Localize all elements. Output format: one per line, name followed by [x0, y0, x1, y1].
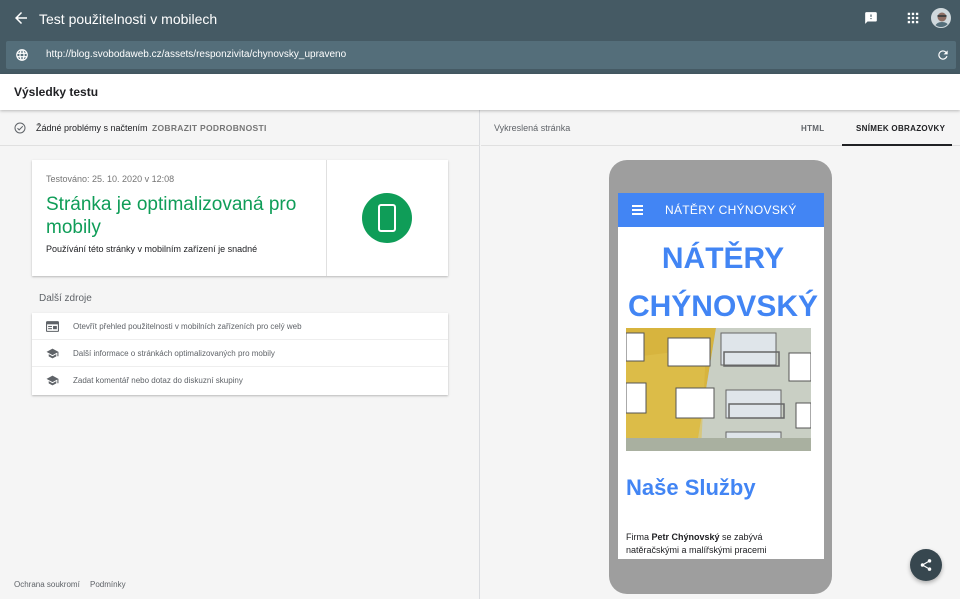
show-details-link[interactable]: ZOBRAZIT PODROBNOSTI [152, 123, 267, 133]
mobile-friendly-badge [362, 193, 412, 243]
services-heading: Naše Služby [626, 475, 756, 500]
url-text: http://blog.svobodaweb.cz/assets/responz… [46, 49, 347, 60]
load-status-text: Žádné problémy s načtením [36, 123, 148, 133]
more-resources-label: Další zdroje [39, 293, 92, 304]
result-subtext: Používání této stránky v mobilním zaříze… [46, 244, 258, 254]
school-icon [46, 348, 59, 359]
company-name: Petr Chýnovský [651, 532, 720, 542]
tab-screenshot[interactable]: SNÍMEK OBRAZOVKY [842, 110, 952, 146]
phone-frame: NÁTĚRY CHÝNOVSKÝ NÁTĚRY CHÝNOVSKÝ Naše S… [609, 160, 832, 594]
card-divider [326, 160, 327, 276]
web-report-icon [46, 321, 59, 332]
feedback-icon[interactable] [864, 11, 878, 25]
apps-grid-icon[interactable] [906, 11, 920, 25]
preview-tabs: Vykreslená stránka HTML SNÍMEK OBRAZOVKY [481, 110, 960, 146]
check-circle-icon [14, 122, 26, 134]
site-heading-line-1: NÁTĚRY [661, 242, 785, 275]
building-illustration [626, 328, 811, 451]
more-resources-list: Otevřít přehled použitelnosti v mobilníc… [32, 313, 448, 395]
terms-link[interactable]: Podmínky [90, 580, 126, 589]
smartphone-icon [378, 204, 396, 232]
intro-paragraph: Firma Petr Chýnovský se zabývá natěračsk… [626, 531, 818, 557]
user-photo-icon [932, 9, 950, 27]
site-heading-line-2: CHÝNOVSKÝ [627, 290, 819, 323]
reload-icon[interactable] [936, 48, 950, 62]
intro-prefix: Firma [626, 532, 652, 542]
left-panel: Žádné problémy s načtením ZOBRAZIT PODRO… [0, 110, 480, 599]
app-bar: Test použitelnosti v mobilech http://blo… [0, 0, 960, 74]
list-item[interactable]: Další informace o stránkách optimalizova… [32, 340, 448, 367]
site-nav-title: NÁTĚRY CHÝNOVSKÝ [665, 203, 797, 217]
page-screenshot[interactable]: NÁTĚRY CHÝNOVSKÝ NÁTĚRY CHÝNOVSKÝ Naše S… [618, 193, 824, 559]
result-card: Testováno: 25. 10. 2020 v 12:08 Stránka … [32, 160, 448, 276]
load-status-row: Žádné problémy s načtením ZOBRAZIT PODRO… [0, 110, 480, 146]
list-item-label: Zadat komentář nebo dotaz do diskuzní sk… [73, 376, 243, 385]
list-item-label: Další informace o stránkách optimalizova… [73, 349, 275, 358]
site-navbar: NÁTĚRY CHÝNOVSKÝ [618, 193, 824, 227]
globe-icon [16, 49, 28, 61]
site-heading: NÁTĚRY CHÝNOVSKÝ [618, 235, 824, 331]
result-heading: Stránka je optimalizovaná pro mobily [46, 194, 297, 238]
app-title: Test použitelnosti v mobilech [39, 11, 218, 27]
results-header: Výsledky testu [0, 74, 960, 110]
privacy-link[interactable]: Ochrana soukromí [14, 580, 80, 589]
rendered-page-label: Vykreslená stránka [494, 123, 571, 133]
tested-timestamp: Testováno: 25. 10. 2020 v 12:08 [46, 174, 175, 184]
list-item[interactable]: Otevřít přehled použitelnosti v mobilníc… [32, 313, 448, 340]
tab-html[interactable]: HTML [801, 124, 824, 133]
back-arrow-icon[interactable] [12, 9, 30, 27]
school-icon [46, 375, 59, 386]
tab-screenshot-label: SNÍMEK OBRAZOVKY [856, 124, 946, 133]
results-title: Výsledky testu [14, 85, 99, 99]
avatar[interactable] [931, 8, 951, 28]
right-panel: Vykreslená stránka HTML SNÍMEK OBRAZOVKY… [481, 110, 960, 599]
list-item-label: Otevřít přehled použitelnosti v mobilníc… [73, 322, 302, 331]
url-bar[interactable]: http://blog.svobodaweb.cz/assets/responz… [6, 41, 956, 69]
share-button[interactable] [910, 549, 942, 581]
building-photo [626, 328, 811, 451]
share-icon [920, 559, 932, 571]
list-item[interactable]: Zadat komentář nebo dotaz do diskuzní sk… [32, 367, 448, 394]
hamburger-menu-icon [632, 205, 643, 215]
